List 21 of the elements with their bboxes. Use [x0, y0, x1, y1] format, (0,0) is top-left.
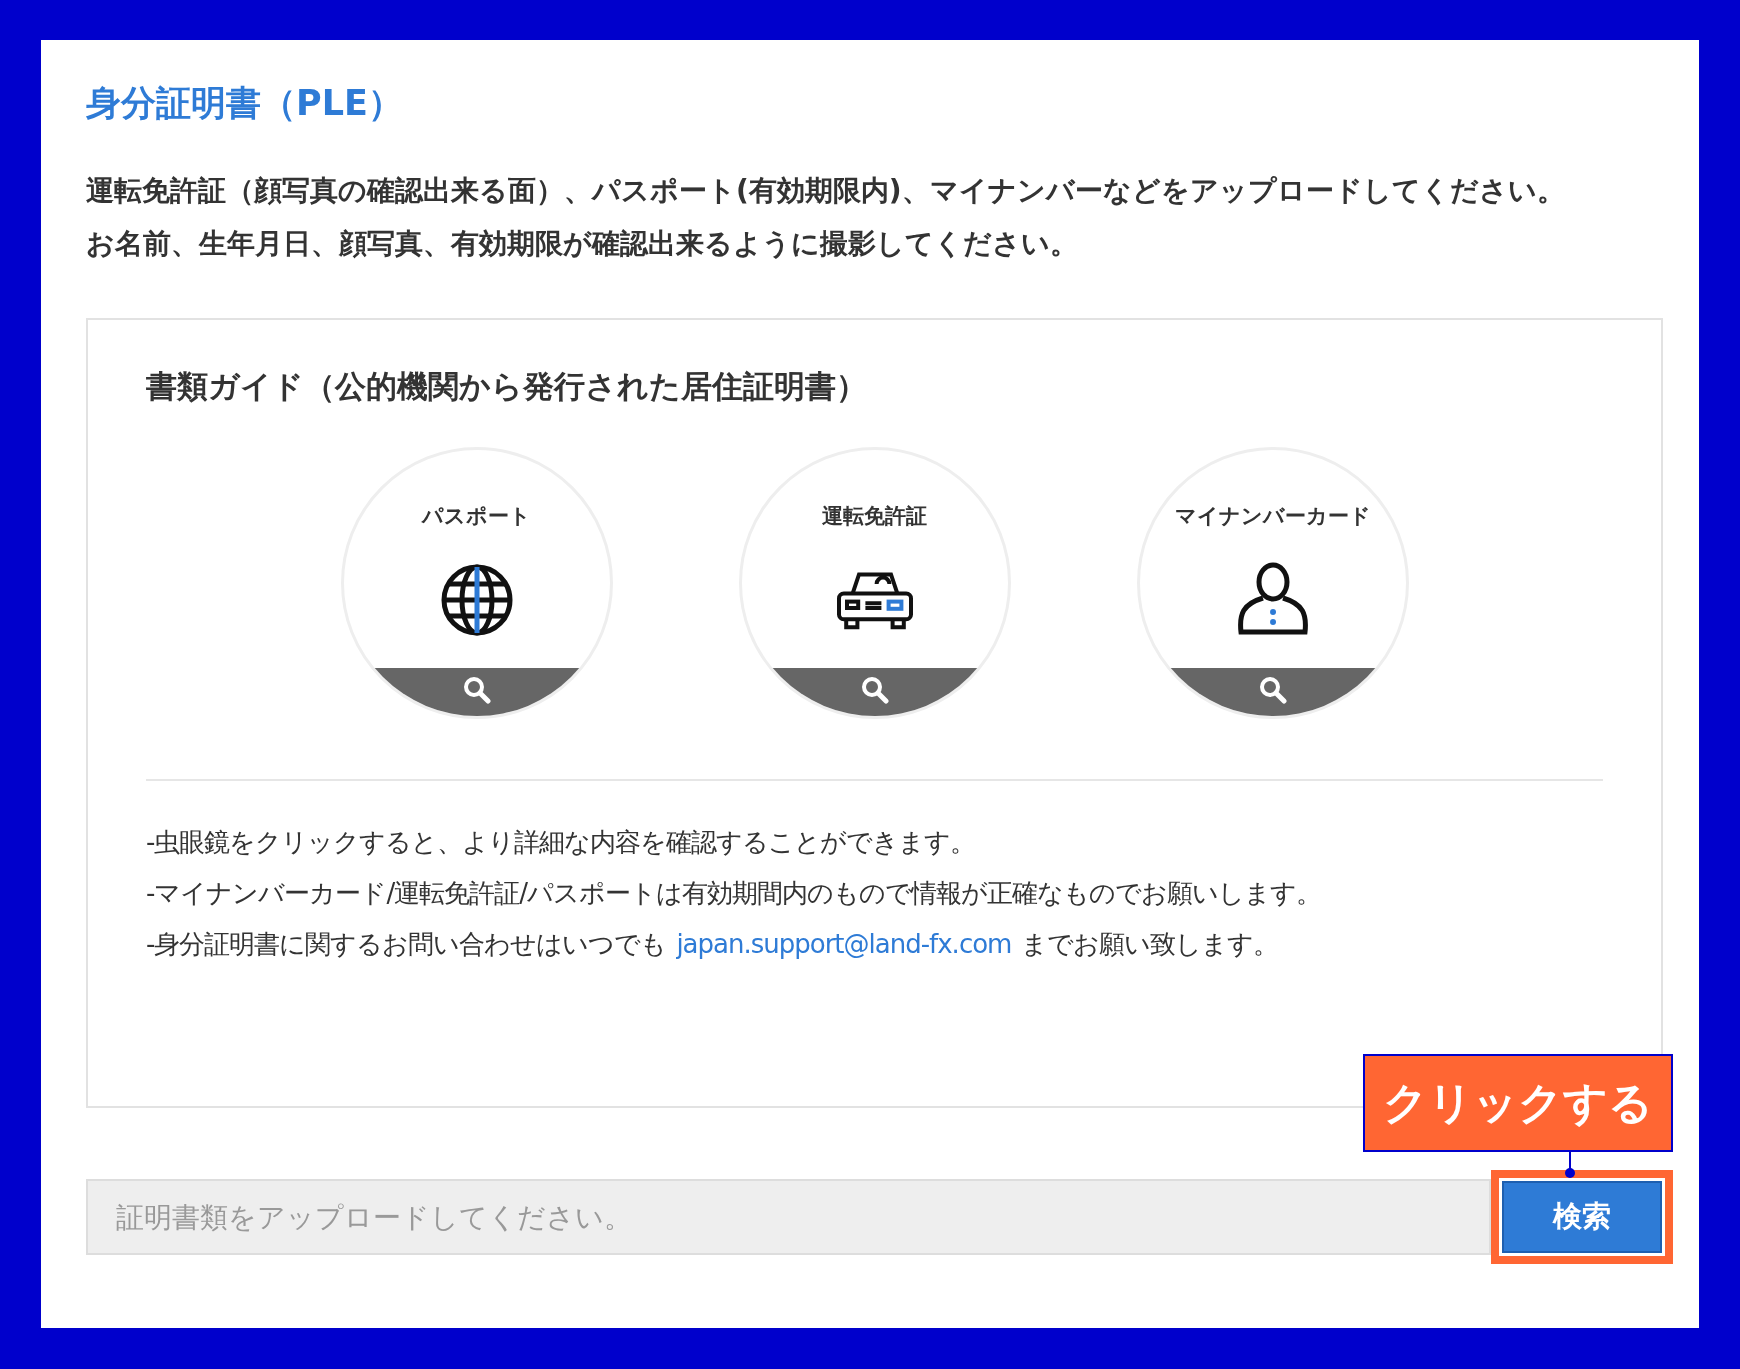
document-card[interactable]: 運転免許証 — [738, 447, 1011, 720]
search-icon[interactable] — [1258, 676, 1287, 705]
upload-field[interactable]: 証明書類をアップロードしてください。 — [86, 1179, 1491, 1255]
document-label: 運転免許証 — [822, 503, 927, 531]
document-card[interactable]: マイナンバーカード — [1136, 447, 1409, 720]
note-text: -虫眼鏡をクリックすると、より詳細な内容を確認することができます。 — [146, 826, 977, 860]
leader-line — [1563, 1151, 1577, 1179]
callout-label: クリックする — [1363, 1054, 1673, 1152]
instruction-text: お名前、生年月日、顔写真、有効期限が確認出来るように撮影してください。 — [86, 226, 1079, 262]
document-label: マイナンバーカード — [1174, 503, 1371, 531]
document-card[interactable]: パスポート — [340, 447, 613, 720]
note-text: -身分証明書に関するお問い合わせはいつでも japan.support@land-fx.com までお願い致します。 — [146, 928, 1280, 962]
note-text: -マイナンバーカード/運転免許証/パスポートは有効期間内のもので情報が正確なものでお願いします。 — [146, 877, 1322, 911]
email-link[interactable]: japan.support@land-fx.com — [676, 929, 1012, 960]
search-icon[interactable] — [462, 676, 491, 705]
search-button[interactable]: 検索 — [1502, 1181, 1662, 1253]
document-label: パスポート — [422, 503, 531, 531]
page-title: 身分証明書（PLE） — [86, 82, 404, 124]
guide-heading: 書類ガイド（公的機関から発行された居住証明書） — [146, 368, 868, 406]
search-icon[interactable] — [860, 676, 889, 705]
instruction-text: 運転免許証（顔写真の確認出来る面）、パスポート(有効期限内)、マイナンバーなどをアップロードしてください。 — [86, 173, 1566, 209]
